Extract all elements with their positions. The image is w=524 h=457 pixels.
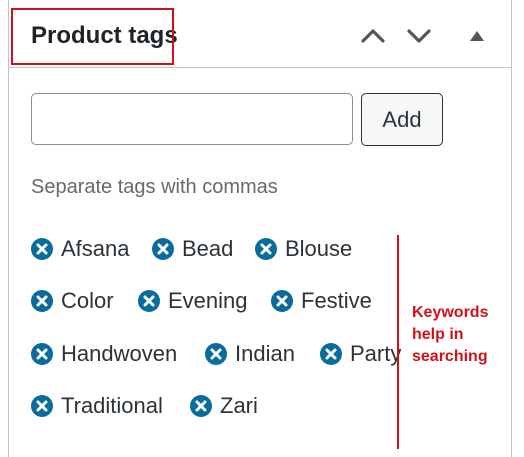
annotation-line: help in <box>412 326 464 343</box>
move-up-button[interactable] <box>356 19 390 53</box>
annotation-divider <box>397 235 399 449</box>
tag-label: Zari <box>220 393 258 418</box>
move-down-button[interactable] <box>402 19 436 53</box>
remove-tag-icon[interactable] <box>31 238 53 260</box>
remove-tag-icon[interactable] <box>138 290 160 312</box>
remove-tag-icon[interactable] <box>320 343 342 365</box>
tag-item: Party <box>320 340 401 368</box>
tags-hint: Separate tags with commas <box>31 176 278 198</box>
chevron-down-icon <box>407 29 431 43</box>
triangle-up-icon <box>470 31 484 41</box>
remove-tag-icon[interactable] <box>31 395 53 417</box>
tag-label: Bead <box>182 236 234 261</box>
title-highlight-box <box>11 8 174 65</box>
remove-tag-icon[interactable] <box>255 238 277 260</box>
remove-tag-icon[interactable] <box>152 238 174 260</box>
remove-tag-icon[interactable] <box>205 343 227 365</box>
annotation-line: Keywords <box>412 304 489 321</box>
tag-item: Traditional <box>31 392 163 420</box>
tag-item: Handwoven <box>31 340 177 368</box>
remove-tag-icon[interactable] <box>31 343 53 365</box>
tag-label: Evening <box>168 288 248 313</box>
annotation-note: Keywords help in searching <box>412 302 502 368</box>
tag-label: Festive <box>301 288 372 313</box>
tag-label: Indian <box>235 341 295 366</box>
remove-tag-icon[interactable] <box>271 290 293 312</box>
tag-label: Handwoven <box>61 341 178 366</box>
tag-item: Afsana <box>31 235 130 263</box>
annotation-line: searching <box>412 348 488 365</box>
tag-label: Afsana <box>61 236 130 261</box>
tag-item: Festive <box>271 287 372 315</box>
toggle-panel-button[interactable] <box>460 19 494 53</box>
tag-label: Blouse <box>285 236 353 261</box>
tag-item: Zari <box>190 392 258 420</box>
tag-item: Evening <box>138 287 248 315</box>
tag-item: Indian <box>205 340 295 368</box>
chevron-up-icon <box>361 29 385 43</box>
tag-label: Party <box>350 341 402 366</box>
page: Product tags Add Separate tags with comm… <box>0 0 524 457</box>
tag-item: Color <box>31 287 114 315</box>
tag-item: Bead <box>152 235 233 263</box>
tag-input[interactable] <box>31 93 353 145</box>
tag-label: Traditional <box>61 393 163 418</box>
product-tags-panel: Product tags Add Separate tags with comm… <box>8 0 512 457</box>
tag-label: Color <box>61 288 114 313</box>
remove-tag-icon[interactable] <box>31 290 53 312</box>
add-tag-button[interactable]: Add <box>361 93 443 146</box>
tag-item: Blouse <box>255 235 352 263</box>
remove-tag-icon[interactable] <box>190 395 212 417</box>
